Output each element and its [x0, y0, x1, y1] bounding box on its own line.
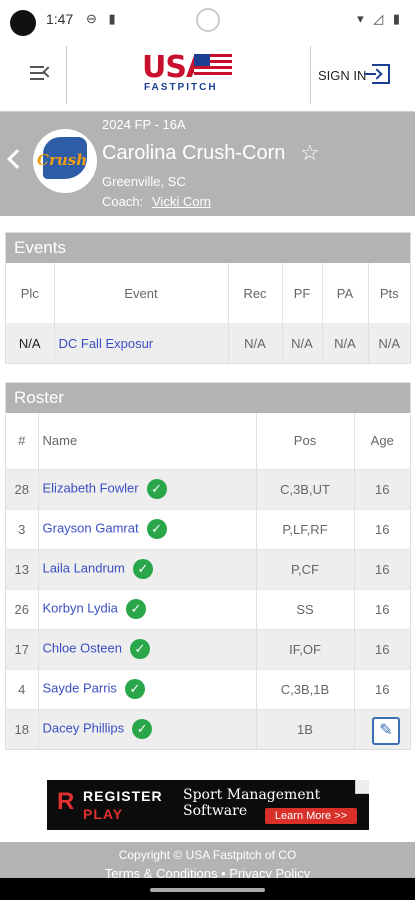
events-title: Events	[6, 233, 410, 263]
player-pos: P,CF	[256, 548, 355, 589]
coach-label: Coach:	[102, 194, 144, 209]
player-age: 16	[354, 548, 410, 589]
sign-in-button[interactable]: SIGN IN	[318, 68, 366, 83]
table-row[interactable]: 13 Laila Landrum ✓ P,CF 16	[6, 548, 410, 589]
event-pa: N/A	[322, 323, 369, 363]
verified-check-icon: ✓	[146, 479, 167, 499]
player-name-link[interactable]: Chloe Osteen	[43, 640, 123, 655]
player-name-link[interactable]: Sayde Parris	[43, 680, 117, 695]
team-season: 2024 FP - 16A	[102, 117, 186, 132]
event-link[interactable]: DC Fall Exposur	[54, 323, 229, 363]
menu-icon[interactable]	[30, 66, 54, 82]
header-divider	[310, 46, 311, 104]
status-bar: 1:47 ⊖ ▮ ▾ ◿ ▮	[0, 0, 415, 38]
system-nav-bar	[0, 878, 415, 900]
player-name-link[interactable]: Dacey Phillips	[43, 721, 125, 736]
player-pos: IF,OF	[256, 628, 355, 669]
coach-link[interactable]: Vicki Corn	[152, 194, 211, 209]
player-number: 18	[6, 708, 39, 749]
event-pf: N/A	[282, 323, 323, 363]
table-row[interactable]: 4 Sayde Parris ✓ C,3B,1B 16	[6, 668, 410, 709]
player-age: 16	[354, 588, 410, 629]
ad-banner[interactable]: R REGISTER PLAY Sport Management Softwar…	[47, 780, 369, 830]
copyright-text: Copyright © USA Fastpitch of CO	[118, 848, 297, 862]
table-row[interactable]: 17 Chloe Osteen ✓ IF,OF 16	[6, 628, 410, 669]
player-age: 16	[354, 668, 410, 709]
header-divider	[66, 46, 67, 104]
table-row[interactable]: N/A DC Fall Exposur N/A N/A N/A N/A	[6, 323, 410, 363]
app-header: USA FASTPITCH SIGN IN	[0, 38, 415, 112]
col-age: Age	[370, 433, 394, 449]
player-age: 16	[354, 508, 410, 549]
col-pts: Pts	[379, 285, 399, 301]
flag-icon	[194, 54, 232, 78]
footer: Copyright © USA Fastpitch of CO Terms & …	[0, 842, 415, 881]
player-pos: 1B	[256, 708, 355, 749]
ad-choices-icon[interactable]	[355, 780, 369, 794]
player-name-link[interactable]: Grayson Gamrat	[43, 520, 139, 535]
table-row[interactable]: 26 Korbyn Lydia ✓ SS 16	[6, 588, 410, 629]
team-header: Crush 2024 FP - 16A Carolina Crush-Corn …	[0, 112, 415, 216]
ad-learn-more-button[interactable]: Learn More >>	[265, 808, 357, 824]
sign-in-icon[interactable]	[364, 64, 390, 84]
verified-check-icon: ✓	[124, 679, 145, 699]
events-panel: Events Plc Event Rec PF PA Pts N/A DC Fa…	[5, 232, 411, 364]
player-number: 17	[6, 628, 39, 669]
player-name-link[interactable]: Laila Landrum	[43, 560, 125, 575]
status-right-icons: ▾ ◿ ▮	[357, 11, 403, 26]
team-name: Carolina Crush-Corn	[102, 142, 286, 164]
table-row[interactable]: 28 Elizabeth Fowler ✓ C,3B,UT 16	[6, 468, 410, 509]
team-logo: Crush	[33, 129, 97, 193]
col-number: #	[6, 413, 39, 469]
favorite-star-icon[interactable]: ☆	[300, 140, 320, 166]
status-left-icons: ⊖ ▮	[86, 11, 120, 26]
player-age: 16	[354, 468, 410, 509]
roster-table: # Name Pos Age 28 Elizabeth Fowler ✓ C,3B,U…	[6, 413, 410, 749]
edit-icon[interactable]: ✎	[372, 717, 400, 745]
event-rec: N/A	[228, 323, 283, 363]
ad-brand-top: REGISTER	[83, 788, 163, 804]
roster-title: Roster	[6, 383, 410, 413]
player-name-link[interactable]: Elizabeth Fowler	[43, 480, 139, 495]
table-row[interactable]: 3 Grayson Gamrat ✓ P,LF,RF 16	[6, 508, 410, 549]
col-rec: Rec	[228, 263, 283, 323]
player-number: 28	[6, 468, 39, 509]
player-pos: P,LF,RF	[256, 508, 355, 549]
verified-check-icon: ✓	[130, 639, 150, 659]
roster-panel: Roster # Name Pos Age 28 Elizabeth Fowler…	[5, 382, 411, 750]
col-pf: PF	[282, 263, 323, 323]
player-pos: C,3B,UT	[256, 468, 355, 509]
home-gesture-handle[interactable]	[150, 888, 265, 892]
player-number: 26	[6, 588, 39, 629]
usa-fastpitch-logo[interactable]: USA FASTPITCH	[142, 50, 234, 98]
player-number: 4	[6, 668, 39, 709]
event-plc: N/A	[6, 323, 55, 363]
event-pts: N/A	[368, 323, 410, 363]
col-plc: Plc	[6, 263, 55, 323]
camera-cutout-icon	[10, 10, 36, 36]
verified-check-icon: ✓	[125, 599, 146, 619]
ad-brand-bottom: PLAY	[83, 806, 124, 822]
verified-check-icon: ✓	[146, 519, 167, 539]
verified-check-icon: ✓	[132, 559, 153, 579]
player-age: 16	[354, 628, 410, 669]
player-pos: C,3B,1B	[256, 668, 355, 709]
front-camera-icon	[196, 8, 220, 32]
player-pos: SS	[256, 588, 355, 629]
player-name-link[interactable]: Korbyn Lydia	[43, 600, 118, 615]
events-table: Plc Event Rec PF PA Pts N/A DC Fall Expo…	[6, 263, 410, 363]
back-arrow-icon[interactable]	[7, 149, 27, 169]
table-row[interactable]: 18Dacey Phillips✓1B16	[6, 708, 410, 749]
status-time: 1:47	[46, 11, 74, 27]
team-location: Greenville, SC	[102, 174, 186, 189]
col-pa: PA	[322, 263, 369, 323]
verified-check-icon: ✓	[132, 719, 153, 740]
register-play-logo-icon: R	[57, 788, 75, 815]
col-name: Name	[38, 413, 257, 469]
col-event: Event	[54, 263, 229, 323]
player-number: 3	[6, 508, 39, 549]
player-number: 13	[6, 548, 39, 589]
col-pos: Pos	[256, 413, 355, 469]
